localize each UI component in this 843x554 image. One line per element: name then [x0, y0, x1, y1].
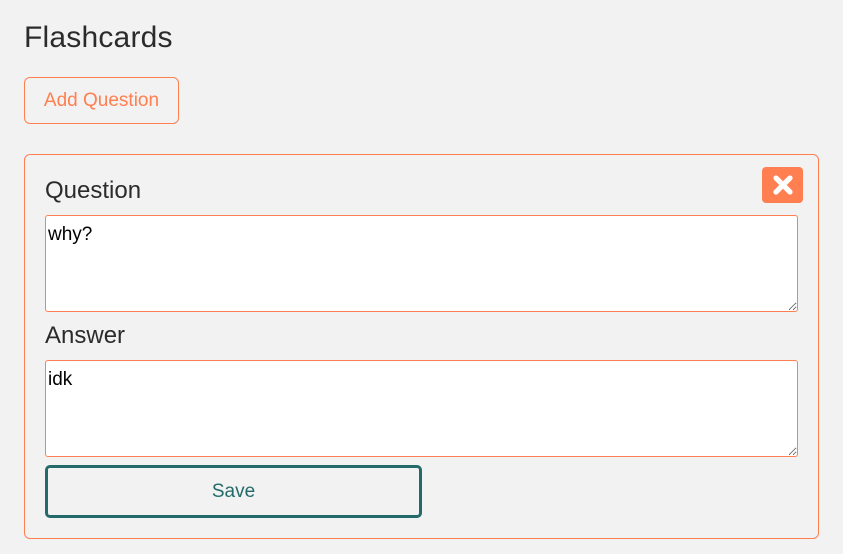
flashcard-editor: Question why? Answer idk Save	[24, 154, 819, 539]
question-label: Question	[45, 177, 142, 204]
add-question-button[interactable]: Add Question	[24, 77, 179, 124]
save-button[interactable]: Save	[45, 465, 422, 518]
close-icon	[772, 174, 794, 196]
flashcards-page: Flashcards Add Question Question why? An…	[0, 0, 843, 554]
delete-card-button[interactable]	[762, 167, 803, 203]
page-title: Flashcards	[24, 21, 173, 54]
answer-input[interactable]: idk	[45, 360, 798, 457]
question-input[interactable]: why?	[45, 215, 798, 312]
answer-label: Answer	[45, 322, 126, 349]
